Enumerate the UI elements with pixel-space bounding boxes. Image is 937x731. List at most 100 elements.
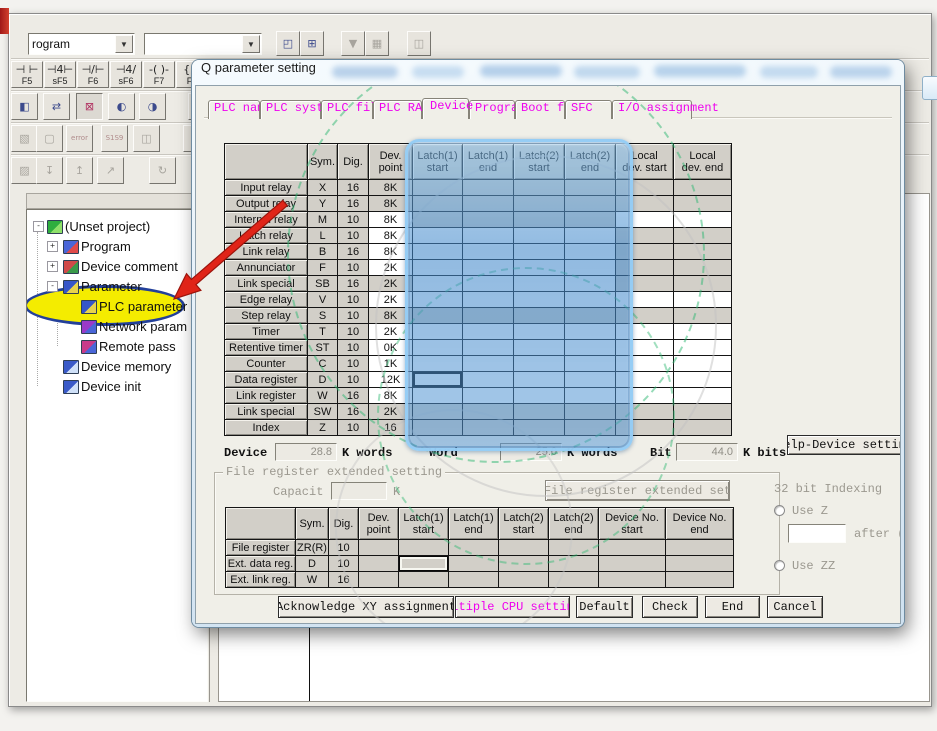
default-button[interactable]: Default — [576, 596, 633, 618]
fr-cell[interactable] — [549, 556, 599, 572]
tree-item-program[interactable]: +Program — [27, 236, 207, 256]
local-dev-cell[interactable] — [674, 292, 732, 308]
latch-cell[interactable] — [565, 372, 616, 388]
local-dev-cell[interactable] — [616, 404, 674, 420]
statement-display-icon[interactable]: ▢ — [36, 125, 63, 152]
tab-boot-file[interactable]: Boot file — [515, 100, 565, 119]
latch-cell[interactable] — [413, 404, 463, 420]
latch-cell[interactable] — [463, 276, 514, 292]
latch-cell[interactable] — [463, 212, 514, 228]
fr-cell[interactable] — [399, 540, 449, 556]
download-icon[interactable]: ↧ — [36, 157, 63, 184]
device-setting-table[interactable]: Sym.Dig.Dev.pointLatch(1)startLatch(1)en… — [224, 143, 732, 436]
file-register-extended-button[interactable]: File register extended set — [545, 480, 730, 501]
latch-cell[interactable] — [565, 388, 616, 404]
dev-point-cell[interactable]: 8K — [369, 228, 413, 244]
latch-cell[interactable] — [413, 324, 463, 340]
local-dev-cell[interactable] — [674, 276, 732, 292]
latch-cell[interactable] — [565, 292, 616, 308]
coil-icon[interactable]: -( )-F7 — [143, 61, 175, 88]
tree-item-device-init[interactable]: Device init — [27, 376, 207, 396]
latch-cell[interactable] — [413, 196, 463, 212]
local-dev-cell[interactable] — [674, 260, 732, 276]
local-dev-cell[interactable] — [674, 372, 732, 388]
latch-cell[interactable] — [514, 228, 565, 244]
dev-point-cell[interactable]: 8K — [369, 212, 413, 228]
combo-dropdown-icon[interactable]: ▼ — [115, 35, 133, 53]
local-dev-cell[interactable] — [616, 212, 674, 228]
latch-cell[interactable] — [413, 260, 463, 276]
fr-cell[interactable] — [359, 556, 399, 572]
local-dev-cell[interactable] — [674, 180, 732, 196]
dev-point-cell[interactable]: 8K — [369, 180, 413, 196]
dev-point-cell[interactable]: 0K — [369, 340, 413, 356]
tree-expander-icon[interactable]: - — [33, 221, 44, 232]
comment-display-icon[interactable]: ▧ — [11, 125, 38, 152]
new-view-icon[interactable]: ◰ — [276, 31, 300, 56]
latch-cell[interactable] — [514, 420, 565, 436]
z-count-input[interactable] — [788, 524, 846, 543]
local-dev-cell[interactable] — [674, 404, 732, 420]
latch-cell[interactable] — [413, 420, 463, 436]
latch-cell[interactable] — [413, 388, 463, 404]
device-display-icon[interactable]: ◫ — [133, 125, 160, 152]
latch-cell[interactable] — [463, 308, 514, 324]
latch-cell[interactable] — [565, 356, 616, 372]
latch-cell[interactable] — [514, 212, 565, 228]
tab-plc-ras[interactable]: PLC RAS — [373, 100, 422, 119]
latch-cell[interactable] — [565, 228, 616, 244]
end-button[interactable]: End — [705, 596, 760, 618]
ladder-mode-icon[interactable]: ◧ — [11, 93, 38, 120]
latch-cell[interactable] — [413, 212, 463, 228]
acknowledge-xy-assignment-button[interactable]: Acknowledge XY assignment — [278, 596, 454, 618]
latch-cell[interactable] — [565, 340, 616, 356]
tab-device[interactable]: Device — [422, 98, 469, 119]
latch-cell[interactable] — [565, 276, 616, 292]
fr-cell[interactable] — [399, 572, 449, 588]
close-contact-icon[interactable]: ⊣/⊢F6 — [77, 61, 109, 88]
local-dev-cell[interactable] — [616, 340, 674, 356]
latch-cell[interactable] — [514, 324, 565, 340]
project-tree[interactable]: -(Unset project)+Program+Device comment-… — [26, 209, 208, 702]
latch-cell[interactable] — [514, 356, 565, 372]
tab-sfc[interactable]: SFC — [565, 100, 612, 119]
file-register-table[interactable]: Sym.Dig.Dev.pointLatch(1)startLatch(1)en… — [225, 507, 734, 588]
local-dev-cell[interactable] — [616, 260, 674, 276]
local-dev-cell[interactable] — [674, 196, 732, 212]
fr-cell[interactable] — [359, 540, 399, 556]
open-branch-icon[interactable]: ⊣4⊢sF5 — [44, 61, 76, 88]
secondary-combo[interactable]: ▼ — [144, 33, 262, 55]
tab-i-o-assignment[interactable]: I/O assignment — [612, 100, 692, 119]
latch-cell[interactable] — [463, 180, 514, 196]
tree-item-parameter[interactable]: -Parameter — [27, 276, 207, 296]
latch-cell[interactable] — [514, 180, 565, 196]
latch-cell[interactable] — [463, 372, 514, 388]
help-device-setting-button[interactable]: elp-Device settin — [787, 435, 901, 455]
fr-cell[interactable] — [549, 572, 599, 588]
use-z-radio[interactable] — [774, 505, 785, 516]
latch-cell[interactable] — [565, 324, 616, 340]
latch-cell[interactable] — [514, 308, 565, 324]
latch-cell[interactable] — [565, 404, 616, 420]
dev-point-cell[interactable]: 2K — [369, 404, 413, 420]
clipped-edge-button[interactable] — [922, 76, 937, 100]
local-dev-cell[interactable] — [616, 308, 674, 324]
local-dev-cell[interactable] — [616, 196, 674, 212]
fr-cell[interactable] — [666, 556, 734, 572]
latch-cell[interactable] — [413, 340, 463, 356]
local-dev-cell[interactable] — [616, 324, 674, 340]
fr-cell[interactable] — [449, 572, 499, 588]
latch-cell[interactable] — [514, 404, 565, 420]
latch-cell[interactable] — [463, 420, 514, 436]
fr-cell[interactable] — [399, 556, 449, 572]
tree-expander-icon[interactable]: - — [47, 281, 58, 292]
fr-cell[interactable] — [359, 572, 399, 588]
ultiple-cpu-setting-button[interactable]: ultiple CPU setting — [455, 596, 570, 618]
latch-cell[interactable] — [413, 180, 463, 196]
latch-cell[interactable] — [413, 356, 463, 372]
tree-expander-icon[interactable]: + — [47, 241, 58, 252]
tab-plc-system[interactable]: PLC system — [260, 100, 321, 119]
fr-cell[interactable] — [499, 572, 549, 588]
dev-point-cell[interactable]: 8K — [369, 388, 413, 404]
local-dev-cell[interactable] — [674, 228, 732, 244]
